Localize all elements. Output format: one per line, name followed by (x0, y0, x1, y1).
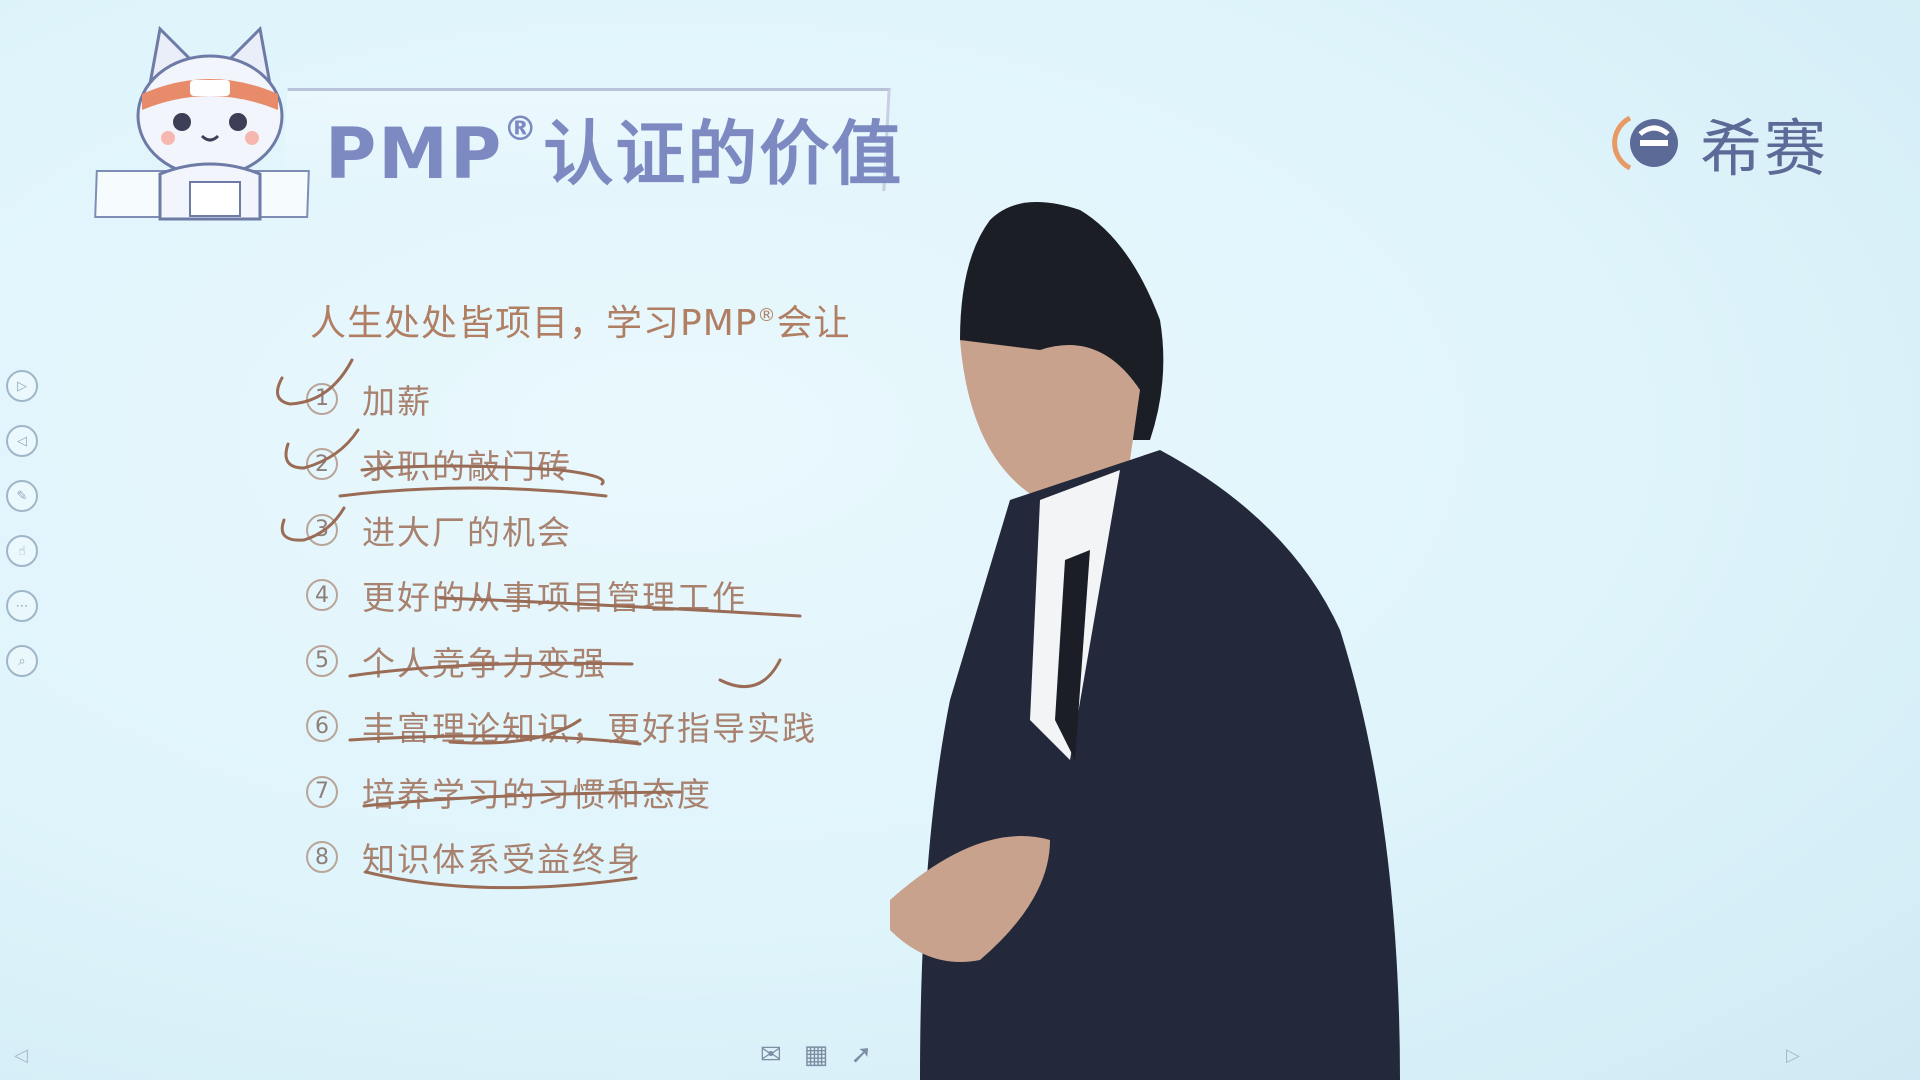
next-page-icon[interactable]: ▷ (1786, 1045, 1800, 1066)
item-number: 5 (306, 644, 338, 677)
item-text: 个人竞争力变强 (362, 643, 607, 683)
mail-icon[interactable]: ✉ (760, 1040, 782, 1070)
list-item: 7 培养学习的习惯和态度 (306, 759, 817, 825)
left-toolbar: ▷ ◁ ✎ ☝ ⋯ ⌕ (6, 370, 38, 677)
subtitle-main: 人生处处皆项目，学习PMP (310, 303, 758, 344)
item-text: 加薪 (362, 381, 432, 421)
list-item: 3 进大厂的机会 (306, 497, 817, 563)
benefits-list: 1 加薪 2 求职的敲门砖 3 进大厂的机会 4 更好的从事项目管理工作 5 个人竞争力变… (306, 366, 817, 890)
list-item: 1 加薪 (306, 366, 817, 432)
item-text: 培养学习的习惯和态度 (362, 774, 712, 814)
title-rest: 认证的价值 (543, 113, 904, 195)
mascot-cat-illustration (120, 24, 300, 224)
brand-logo: 希赛 (1612, 98, 1828, 188)
subtitle-tail: 会让 (776, 303, 851, 344)
item-text: 进大厂的机会 (362, 512, 572, 552)
list-item: 5 个人竞争力变强 (306, 628, 817, 694)
item-text: 求职的敲门砖 (362, 447, 572, 487)
item-number: 1 (306, 382, 338, 415)
brand-mark-icon (1612, 115, 1678, 171)
item-number: 4 (306, 579, 338, 612)
subtitle-registered-mark: ® (757, 305, 777, 326)
brand-name: 希赛 (1700, 112, 1829, 185)
more-icon[interactable]: ⋯ (6, 590, 38, 622)
prev-page-icon[interactable]: ◁ (14, 1045, 28, 1066)
item-number: 8 (306, 841, 338, 874)
bottom-toolbar: ✉ ▦ ➚ (760, 1040, 872, 1070)
item-number: 3 (306, 513, 338, 546)
pen-icon[interactable]: ✎ (6, 480, 38, 512)
item-number: 6 (306, 710, 338, 743)
play-icon[interactable]: ▷ (6, 370, 38, 402)
item-number: 7 (306, 775, 338, 808)
item-text: 丰富理论知识，更好指导实践 (362, 709, 817, 749)
presenter-figure (890, 202, 1400, 1080)
title-pmp: PMP (325, 113, 504, 195)
page-title: PMP®认证的价值 (325, 98, 903, 199)
back-icon[interactable]: ◁ (6, 425, 38, 457)
list-item: 8 知识体系受益终身 (306, 825, 817, 891)
list-item: 4 更好的从事项目管理工作 (306, 563, 817, 629)
slide-subtitle: 人生处处皆项目，学习PMP®会让 (310, 294, 851, 346)
item-text: 知识体系受益终身 (362, 840, 642, 880)
item-text: 更好的从事项目管理工作 (362, 578, 747, 618)
title-registered-mark: ® (503, 109, 540, 149)
cursor-icon[interactable]: ➚ (850, 1040, 872, 1070)
pointer-icon[interactable]: ☝ (6, 535, 38, 567)
grid-icon[interactable]: ▦ (804, 1040, 829, 1070)
item-number: 2 (306, 448, 338, 481)
list-item: 6 丰富理论知识，更好指导实践 (306, 694, 817, 760)
list-item: 2 求职的敲门砖 (306, 432, 817, 498)
zoom-icon[interactable]: ⌕ (6, 645, 38, 677)
